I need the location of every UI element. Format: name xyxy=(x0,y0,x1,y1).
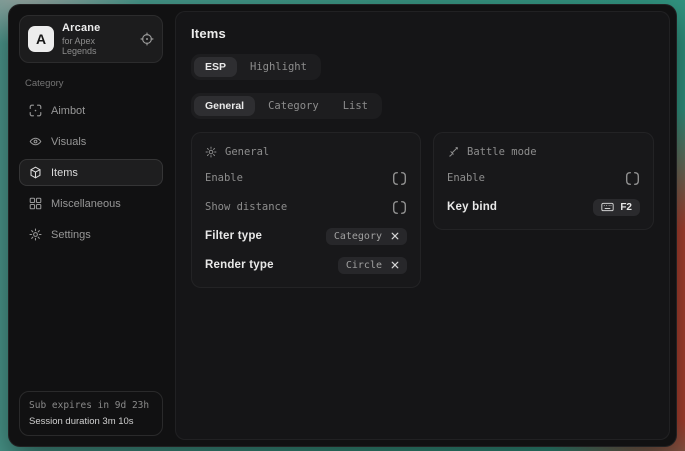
sidebar-item-items[interactable]: Items xyxy=(19,159,163,186)
sidebar-item-label: Settings xyxy=(51,229,91,241)
crosshair-icon xyxy=(29,104,42,117)
sub-expiry-text: Sub expires in 9d 23h xyxy=(29,400,153,411)
sidebar-item-label: Visuals xyxy=(51,136,86,148)
eye-icon xyxy=(29,135,42,148)
battle-mode-panel: Battle mode Enable Key bind xyxy=(433,132,654,230)
sidebar-item-label: Miscellaneous xyxy=(51,198,121,210)
setting-label: Show distance xyxy=(205,201,287,213)
chip-value: Category xyxy=(334,231,382,242)
battle-mode-panel-header: Battle mode xyxy=(447,146,640,158)
show-distance-checkbox[interactable] xyxy=(392,200,407,215)
setting-row-filter-type: Filter type Category xyxy=(205,227,407,245)
setting-label: Enable xyxy=(447,172,485,184)
general-panel-header: General xyxy=(205,146,407,158)
session-duration-text: Session duration 3m 10s xyxy=(29,416,153,427)
sidebar-item-label: Items xyxy=(51,167,78,179)
sidebar: A Arcane for Apex Legends Category xyxy=(9,5,173,446)
brand-card: A Arcane for Apex Legends xyxy=(19,15,163,63)
app-window: A Arcane for Apex Legends Category xyxy=(8,4,677,447)
setting-label: Filter type xyxy=(205,230,262,242)
settings-panels: General Enable Show distance xyxy=(191,132,654,288)
close-icon[interactable] xyxy=(391,232,399,240)
sidebar-item-label: Aimbot xyxy=(51,105,85,117)
sidebar-item-visuals[interactable]: Visuals xyxy=(19,128,163,155)
chip-value: Circle xyxy=(346,260,382,271)
app-subtitle: for Apex Legends xyxy=(62,36,132,56)
panel-title: Battle mode xyxy=(467,146,537,158)
brand-text: Arcane for Apex Legends xyxy=(62,22,132,56)
tab-list[interactable]: List xyxy=(332,96,379,116)
setting-row-enable: Enable xyxy=(205,169,407,187)
setting-label: Key bind xyxy=(447,201,497,213)
sub-tab-group: General Category List xyxy=(191,93,382,119)
render-type-chip[interactable]: Circle xyxy=(338,257,407,274)
tab-category[interactable]: Category xyxy=(257,96,330,116)
enable-checkbox[interactable] xyxy=(392,171,407,186)
general-panel: General Enable Show distance xyxy=(191,132,421,288)
keyboard-icon xyxy=(601,202,614,212)
sun-icon xyxy=(205,146,217,158)
panel-title: General xyxy=(225,146,269,158)
gear-icon xyxy=(29,228,42,241)
target-icon[interactable] xyxy=(140,32,154,46)
subscription-info-card: Sub expires in 9d 23h Session duration 3… xyxy=(19,391,163,436)
desktop-background: A Arcane for Apex Legends Category xyxy=(0,0,685,451)
tab-general[interactable]: General xyxy=(194,96,255,116)
sidebar-nav: Aimbot Visuals xyxy=(19,97,163,248)
sidebar-section-label: Category xyxy=(25,78,157,89)
swords-icon xyxy=(447,146,459,158)
app-logo: A xyxy=(28,26,54,52)
sidebar-item-settings[interactable]: Settings xyxy=(19,221,163,248)
box-icon xyxy=(29,166,42,179)
keybind-button[interactable]: F2 xyxy=(593,199,640,216)
close-icon[interactable] xyxy=(391,261,399,269)
mode-tab-group: ESP Highlight xyxy=(191,54,321,80)
sidebar-item-aimbot[interactable]: Aimbot xyxy=(19,97,163,124)
setting-label: Render type xyxy=(205,259,274,271)
tab-esp[interactable]: ESP xyxy=(194,57,237,77)
main-content: Items ESP Highlight General Category Lis… xyxy=(175,11,670,440)
grid-icon xyxy=(29,197,42,210)
sidebar-item-miscellaneous[interactable]: Miscellaneous xyxy=(19,190,163,217)
setting-row-enable: Enable xyxy=(447,169,640,187)
setting-label: Enable xyxy=(205,172,243,184)
keybind-value: F2 xyxy=(620,202,632,213)
tab-highlight[interactable]: Highlight xyxy=(239,57,318,77)
battle-enable-checkbox[interactable] xyxy=(625,171,640,186)
page-title: Items xyxy=(191,26,654,41)
setting-row-render-type: Render type Circle xyxy=(205,256,407,274)
setting-row-key-bind: Key bind F2 xyxy=(447,198,640,216)
filter-type-chip[interactable]: Category xyxy=(326,228,407,245)
setting-row-show-distance: Show distance xyxy=(205,198,407,216)
app-name: Arcane xyxy=(62,22,132,34)
